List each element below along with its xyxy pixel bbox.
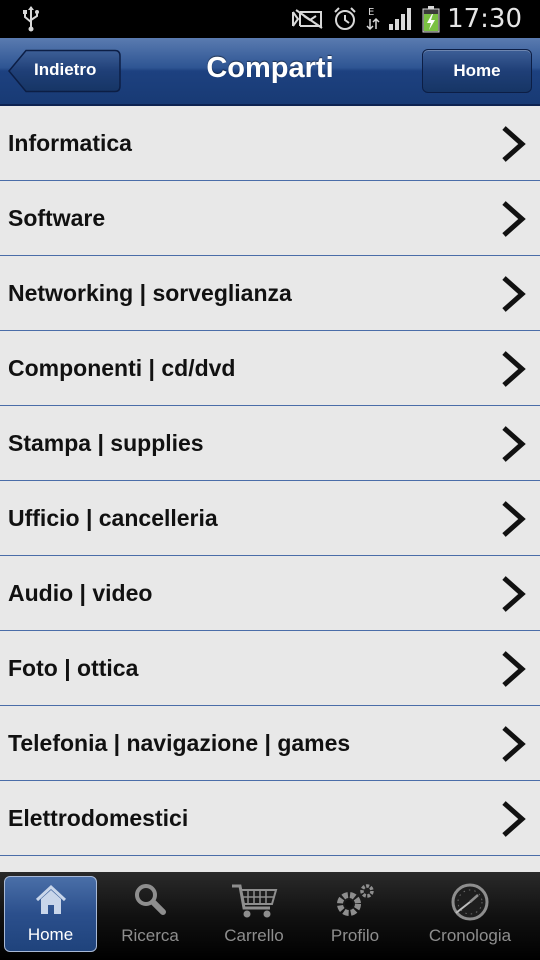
- list-item[interactable]: Stampa | supplies: [0, 406, 540, 481]
- cart-icon: [232, 884, 278, 918]
- tab-bar: Home Ricerca Carrello Profilo Cronologia: [0, 872, 540, 960]
- list-item-label: Stampa | supplies: [8, 430, 204, 456]
- list-item[interactable]: Software: [0, 181, 540, 256]
- gear-icon: [337, 884, 374, 916]
- list-item-label: Telefonia | navigazione | games: [8, 730, 351, 756]
- chevron-right-icon: [502, 426, 526, 462]
- category-list: Informatica Software Networking | sorveg…: [0, 106, 540, 876]
- chevron-right-icon: [502, 576, 526, 612]
- signal-icon: [389, 8, 411, 30]
- chevron-right-icon: [502, 501, 526, 537]
- search-icon: [135, 884, 166, 915]
- tab-cart[interactable]: Carrello: [204, 876, 304, 952]
- list-item[interactable]: Foto | ottica: [0, 631, 540, 706]
- list-item[interactable]: Audio | video: [0, 556, 540, 631]
- chevron-right-icon: [502, 126, 526, 162]
- chevron-right-icon: [502, 726, 526, 762]
- chevron-right-icon: [502, 201, 526, 237]
- nav-bar: Indietro Comparti Home: [0, 38, 540, 106]
- tab-label: Profilo: [330, 926, 380, 945]
- svg-text:E: E: [368, 7, 374, 18]
- chevron-right-icon: [502, 801, 526, 837]
- list-item-label: Componenti | cd/dvd: [8, 355, 236, 381]
- list-item-label: Networking | sorveglianza: [8, 280, 292, 306]
- list-item[interactable]: Informatica: [0, 106, 540, 181]
- list-item[interactable]: Networking | sorveglianza: [0, 256, 540, 331]
- chevron-right-icon: [502, 276, 526, 312]
- usb-icon: [23, 6, 39, 32]
- tab-history[interactable]: Cronologia: [416, 876, 524, 952]
- list-item[interactable]: Componenti | cd/dvd: [0, 331, 540, 406]
- tab-label: Ricerca: [121, 926, 179, 945]
- tab-home[interactable]: Home: [4, 876, 97, 952]
- list-item-label: Foto | ottica: [8, 655, 139, 681]
- data-transfer-icon: E: [366, 7, 380, 31]
- list-item[interactable]: Elettrodomestici: [0, 781, 540, 856]
- clock-time: 17:30: [447, 4, 522, 34]
- list-item[interactable]: Ufficio | cancelleria: [0, 481, 540, 556]
- home-button[interactable]: Home: [422, 49, 532, 93]
- tab-profile[interactable]: Profilo: [308, 876, 402, 952]
- list-item-label: Informatica: [8, 130, 132, 156]
- list-item-label: Elettrodomestici: [8, 805, 189, 831]
- status-bar: E 17:30: [0, 0, 540, 38]
- list-item[interactable]: Telefonia | navigazione | games: [0, 706, 540, 781]
- tab-search[interactable]: Ricerca: [102, 876, 198, 952]
- list-item-label: Audio | video: [8, 580, 153, 606]
- battery-charging-icon: [422, 6, 440, 33]
- tab-label: Carrello: [224, 926, 284, 945]
- tab-label: Cronologia: [428, 926, 512, 945]
- tab-label: Home: [27, 925, 74, 944]
- alarm-icon: [334, 7, 356, 30]
- no-notification-icon: [292, 9, 323, 29]
- home-icon: [35, 884, 66, 914]
- clock-icon: [451, 883, 489, 921]
- chevron-right-icon: [502, 651, 526, 687]
- list-item-label: Ufficio | cancelleria: [8, 505, 218, 531]
- chevron-right-icon: [502, 351, 526, 387]
- list-item-label: Software: [8, 205, 106, 231]
